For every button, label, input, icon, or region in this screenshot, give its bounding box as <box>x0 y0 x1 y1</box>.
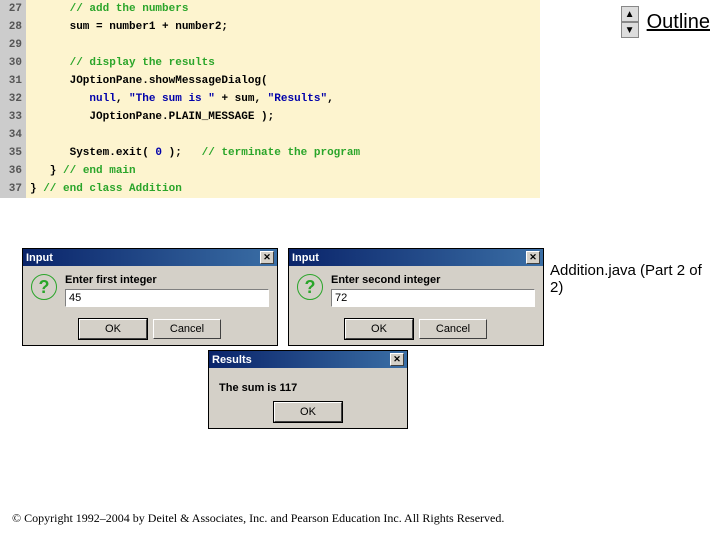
line-number: 32 <box>0 90 26 108</box>
line-number: 35 <box>0 144 26 162</box>
code-text <box>26 36 30 54</box>
integer-input[interactable] <box>65 289 269 307</box>
titlebar: Results ✕ <box>209 351 407 368</box>
results-dialog: Results ✕ The sum is 117 OK <box>208 350 408 429</box>
cancel-button[interactable]: Cancel <box>419 319 487 339</box>
code-text: } // end class Addition <box>26 180 182 198</box>
code-text <box>26 126 30 144</box>
copyright-text: © Copyright 1992–2004 by Deitel & Associ… <box>12 511 504 526</box>
code-text: } // end main <box>26 162 136 180</box>
dialog-title: Input <box>26 252 53 264</box>
line-number: 29 <box>0 36 26 54</box>
results-message: The sum is 117 <box>209 368 407 398</box>
line-number: 30 <box>0 54 26 72</box>
close-icon[interactable]: ✕ <box>390 353 404 366</box>
line-number: 27 <box>0 0 26 18</box>
code-text: JOptionPane.showMessageDialog( <box>26 72 268 90</box>
dialog-title: Results <box>212 354 252 366</box>
code-text: // display the results <box>26 54 215 72</box>
line-number: 37 <box>0 180 26 198</box>
code-text: sum = number1 + number2; <box>26 18 228 36</box>
ok-button[interactable]: OK <box>274 402 342 422</box>
cancel-button[interactable]: Cancel <box>153 319 221 339</box>
outline-down-button[interactable]: ▼ <box>621 22 639 38</box>
line-number: 34 <box>0 126 26 144</box>
titlebar: Input ✕ <box>289 249 543 266</box>
code-text: null, "The sum is " + sum, "Results", <box>26 90 334 108</box>
outline-label: Outline <box>647 11 710 34</box>
dialog-prompt: Enter second integer <box>331 274 535 286</box>
integer-input[interactable] <box>331 289 535 307</box>
slide-caption: Addition.java (Part 2 of 2) <box>550 262 710 296</box>
code-text: System.exit( 0 ); // terminate the progr… <box>26 144 360 162</box>
line-number: 28 <box>0 18 26 36</box>
input-dialog-2: Input ✕ ? Enter second integer OK Cancel <box>288 248 544 346</box>
line-number: 33 <box>0 108 26 126</box>
outline-up-button[interactable]: ▲ <box>621 6 639 22</box>
question-icon: ? <box>31 274 57 300</box>
titlebar: Input ✕ <box>23 249 277 266</box>
dialog-prompt: Enter first integer <box>65 274 269 286</box>
close-icon[interactable]: ✕ <box>526 251 540 264</box>
code-listing: 27 // add the numbers 28 sum = number1 +… <box>0 0 540 198</box>
ok-button[interactable]: OK <box>79 319 147 339</box>
outline-nav: ▲ ▼ Outline <box>621 6 710 38</box>
question-icon: ? <box>297 274 323 300</box>
code-text: // add the numbers <box>26 0 188 18</box>
line-number: 31 <box>0 72 26 90</box>
ok-button[interactable]: OK <box>345 319 413 339</box>
input-dialog-1: Input ✕ ? Enter first integer OK Cancel <box>22 248 278 346</box>
dialog-title: Input <box>292 252 319 264</box>
close-icon[interactable]: ✕ <box>260 251 274 264</box>
line-number: 36 <box>0 162 26 180</box>
code-text: JOptionPane.PLAIN_MESSAGE ); <box>26 108 274 126</box>
